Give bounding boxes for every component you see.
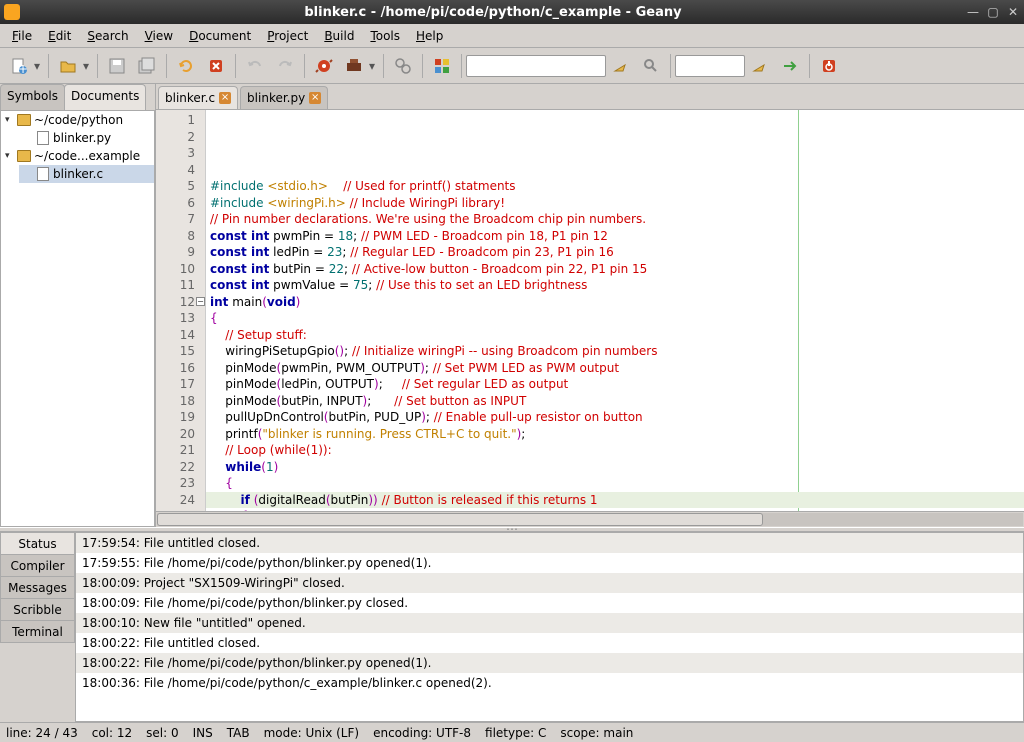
main-area: Symbols Documents ▾ ~/code/python blinke… bbox=[0, 84, 1024, 527]
window-title: blinker.c - /home/pi/code/python/c_examp… bbox=[26, 5, 960, 20]
message-row[interactable]: 18:00:10: New file "untitled" opened. bbox=[76, 613, 1023, 633]
tab-compiler[interactable]: Compiler bbox=[0, 554, 75, 577]
tab-terminal[interactable]: Terminal bbox=[0, 620, 75, 643]
statusbar: line: 24 / 43 col: 12 sel: 0 INS TAB mod… bbox=[0, 722, 1024, 742]
tab-status[interactable]: Status bbox=[0, 532, 75, 555]
tree-file[interactable]: blinker.py bbox=[19, 129, 154, 147]
clear-goto-button[interactable] bbox=[747, 53, 773, 79]
bottom-panel: Status Compiler Messages Scribble Termin… bbox=[0, 532, 1024, 722]
tree-file[interactable]: blinker.c bbox=[19, 165, 154, 183]
close-tab-icon[interactable]: × bbox=[309, 92, 321, 104]
titlebar: blinker.c - /home/pi/code/python/c_examp… bbox=[0, 0, 1024, 24]
menu-project[interactable]: Project bbox=[259, 27, 316, 45]
app-icon bbox=[4, 4, 20, 20]
compile-button[interactable] bbox=[311, 53, 337, 79]
goto-line-input[interactable] bbox=[675, 55, 745, 77]
file-icon bbox=[37, 167, 49, 181]
editor-tabs: blinker.c × blinker.py × bbox=[156, 84, 1024, 110]
status-filetype: filetype: C bbox=[485, 726, 546, 740]
menu-view[interactable]: View bbox=[137, 27, 181, 45]
new-file-button[interactable]: + bbox=[6, 53, 32, 79]
build-dropdown[interactable]: ▾ bbox=[369, 59, 379, 73]
find-button[interactable] bbox=[638, 53, 664, 79]
undo-button[interactable] bbox=[242, 53, 268, 79]
save-all-button[interactable] bbox=[134, 53, 160, 79]
message-list[interactable]: 17:59:54: File untitled closed.17:59:55:… bbox=[75, 532, 1024, 722]
new-file-dropdown[interactable]: ▾ bbox=[34, 59, 44, 73]
build-button[interactable] bbox=[341, 53, 367, 79]
file-label: blinker.py bbox=[53, 131, 111, 145]
maximize-button[interactable]: ▢ bbox=[986, 5, 1000, 19]
status-col: col: 12 bbox=[92, 726, 132, 740]
message-row[interactable]: 17:59:54: File untitled closed. bbox=[76, 533, 1023, 553]
status-line: line: 24 / 43 bbox=[6, 726, 78, 740]
close-file-button[interactable] bbox=[203, 53, 229, 79]
tab-documents[interactable]: Documents bbox=[64, 84, 146, 110]
menu-search[interactable]: Search bbox=[79, 27, 136, 45]
tab-messages[interactable]: Messages bbox=[0, 576, 75, 599]
status-encoding: encoding: UTF-8 bbox=[373, 726, 471, 740]
clear-search-button[interactable] bbox=[608, 53, 634, 79]
menubar: File Edit Search View Document Project B… bbox=[0, 24, 1024, 48]
revert-button[interactable] bbox=[173, 53, 199, 79]
menu-build[interactable]: Build bbox=[316, 27, 362, 45]
folder-label: ~/code/python bbox=[34, 113, 123, 127]
svg-text:+: + bbox=[18, 62, 28, 75]
editor-area: blinker.c × blinker.py × 123456789101112… bbox=[156, 84, 1024, 527]
folder-label: ~/code...example bbox=[34, 149, 140, 163]
document-tree[interactable]: ▾ ~/code/python blinker.py ▾ ~/code...ex… bbox=[0, 110, 155, 527]
tab-scribble[interactable]: Scribble bbox=[0, 598, 75, 621]
menu-document[interactable]: Document bbox=[181, 27, 259, 45]
sidebar: Symbols Documents ▾ ~/code/python blinke… bbox=[0, 84, 156, 527]
expander-icon[interactable]: ▾ bbox=[5, 115, 17, 125]
line-gutter[interactable]: 1234567891011121314151617181920212223242… bbox=[156, 110, 206, 511]
tab-symbols[interactable]: Symbols bbox=[0, 84, 65, 110]
sidebar-tabs: Symbols Documents bbox=[0, 84, 155, 110]
file-label: blinker.c bbox=[53, 167, 103, 181]
scrollbar-thumb[interactable] bbox=[157, 513, 763, 526]
status-mode: mode: Unix (LF) bbox=[264, 726, 359, 740]
menu-help[interactable]: Help bbox=[408, 27, 451, 45]
message-row[interactable]: 18:00:36: File /home/pi/code/python/c_ex… bbox=[76, 673, 1023, 693]
save-button[interactable] bbox=[104, 53, 130, 79]
search-input[interactable] bbox=[466, 55, 606, 77]
menu-edit[interactable]: Edit bbox=[40, 27, 79, 45]
quit-button[interactable] bbox=[816, 53, 842, 79]
folder-icon bbox=[17, 114, 31, 126]
expander-icon[interactable]: ▾ bbox=[5, 151, 17, 161]
open-file-dropdown[interactable]: ▾ bbox=[83, 59, 93, 73]
status-sel: sel: 0 bbox=[146, 726, 178, 740]
code-content[interactable]: #include <stdio.h> // Used for printf() … bbox=[206, 110, 1024, 511]
close-tab-icon[interactable]: × bbox=[219, 92, 231, 104]
menu-tools[interactable]: Tools bbox=[362, 27, 408, 45]
toolbar: + ▾ ▾ ▾ bbox=[0, 48, 1024, 84]
tree-folder[interactable]: ▾ ~/code...example bbox=[1, 147, 154, 165]
editor-tab-blinker-py[interactable]: blinker.py × bbox=[240, 86, 328, 109]
redo-button[interactable] bbox=[272, 53, 298, 79]
goto-line-button[interactable] bbox=[777, 53, 803, 79]
tab-label: blinker.c bbox=[165, 91, 215, 105]
open-file-button[interactable] bbox=[55, 53, 81, 79]
run-button[interactable] bbox=[390, 53, 416, 79]
message-row[interactable]: 17:59:55: File /home/pi/code/python/blin… bbox=[76, 553, 1023, 573]
tree-folder[interactable]: ▾ ~/code/python bbox=[1, 111, 154, 129]
message-row[interactable]: 18:00:22: File /home/pi/code/python/blin… bbox=[76, 653, 1023, 673]
message-row[interactable]: 18:00:09: File /home/pi/code/python/blin… bbox=[76, 593, 1023, 613]
status-tab: TAB bbox=[227, 726, 250, 740]
message-row[interactable]: 18:00:22: File untitled closed. bbox=[76, 633, 1023, 653]
status-ins: INS bbox=[193, 726, 213, 740]
minimize-button[interactable]: — bbox=[966, 5, 980, 19]
color-chooser-button[interactable] bbox=[429, 53, 455, 79]
file-icon bbox=[37, 131, 49, 145]
bottom-tabs: Status Compiler Messages Scribble Termin… bbox=[0, 532, 75, 722]
close-button[interactable]: ✕ bbox=[1006, 5, 1020, 19]
status-scope: scope: main bbox=[560, 726, 633, 740]
message-row[interactable]: 18:00:09: Project "SX1509-WiringPi" clos… bbox=[76, 573, 1023, 593]
horizontal-scrollbar[interactable] bbox=[156, 511, 1024, 527]
code-editor[interactable]: 1234567891011121314151617181920212223242… bbox=[156, 110, 1024, 511]
folder-icon bbox=[17, 150, 31, 162]
menu-file[interactable]: File bbox=[4, 27, 40, 45]
tab-label: blinker.py bbox=[247, 91, 305, 105]
editor-tab-blinker-c[interactable]: blinker.c × bbox=[158, 86, 238, 109]
